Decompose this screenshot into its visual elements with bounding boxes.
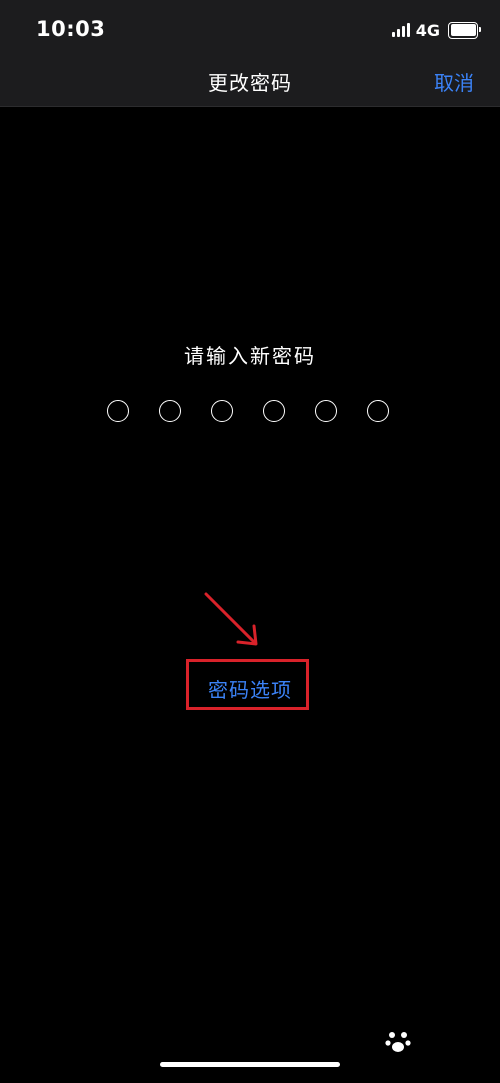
status-time: 10:03 bbox=[36, 17, 106, 41]
passcode-dot bbox=[159, 400, 181, 422]
home-indicator[interactable] bbox=[160, 1062, 340, 1067]
passcode-dots bbox=[107, 400, 393, 424]
watermark-logo bbox=[382, 1026, 472, 1072]
annotation-arrow-icon bbox=[204, 592, 258, 646]
passcode-dot bbox=[211, 400, 233, 422]
passcode-dot bbox=[367, 400, 389, 422]
passcode-options-button[interactable]: 密码选项 bbox=[0, 674, 500, 703]
status-indicators: 4G bbox=[391, 19, 481, 41]
paw-icon bbox=[385, 1032, 411, 1052]
nav-bar: 更改密码 取消 bbox=[0, 58, 500, 107]
signal-icon bbox=[391, 23, 410, 37]
status-bar: 10:03 4G bbox=[0, 0, 500, 58]
passcode-prompt: 请输入新密码 bbox=[184, 344, 316, 368]
page-title: 更改密码 bbox=[208, 71, 292, 95]
passcode-dot bbox=[263, 400, 285, 422]
passcode-dot bbox=[107, 400, 129, 422]
passcode-dot bbox=[315, 400, 337, 422]
battery-icon bbox=[448, 21, 481, 39]
cancel-button[interactable]: 取消 bbox=[434, 67, 474, 96]
network-label: 4G bbox=[415, 20, 440, 40]
